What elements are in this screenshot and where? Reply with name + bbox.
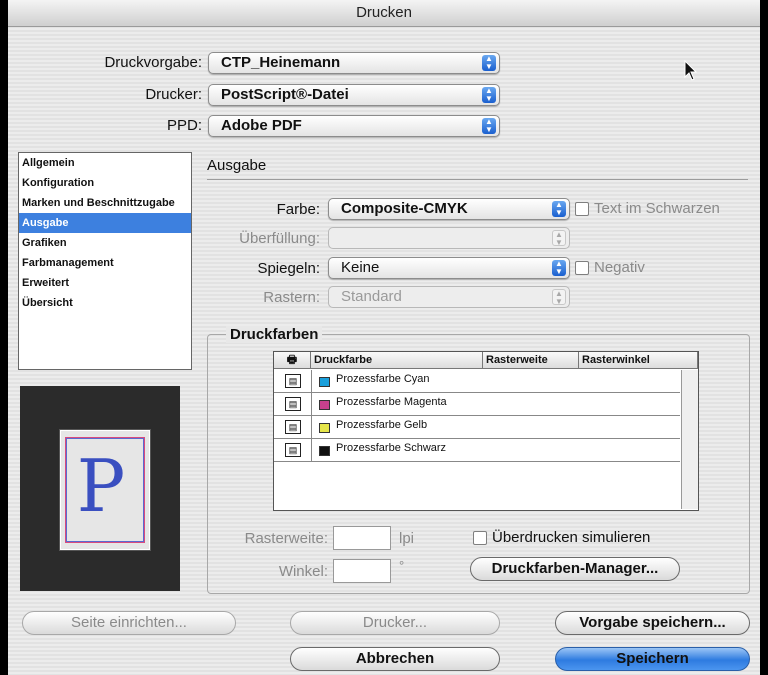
color-popup[interactable]: Composite-CMYK ▲ ▼ <box>328 198 570 220</box>
section-title: Ausgabe <box>207 157 267 174</box>
inks-table[interactable]: 🖶 Druckfarbe Rasterweite Rasterwinkel ▤ … <box>273 351 699 511</box>
sidebar-item-erweitert[interactable]: Erweitert <box>19 273 191 293</box>
color-swatch <box>319 446 330 456</box>
print-toggle-cell[interactable]: ▤ <box>274 393 312 415</box>
table-row[interactable]: ▤ Prozessfarbe Gelb <box>274 416 680 439</box>
negative-label: Negativ <box>594 259 645 276</box>
sidebar-item-uebersicht[interactable]: Übersicht <box>19 293 191 313</box>
angle-input[interactable] <box>333 559 391 583</box>
preview-page: P <box>60 430 150 550</box>
window-frame-right <box>760 0 768 675</box>
popup-arrows-icon: ▲ ▼ <box>482 87 496 103</box>
printer-icon: ▤ <box>285 420 301 434</box>
text-black-checkbox[interactable] <box>575 202 589 216</box>
printer-icon: ▤ <box>285 443 301 457</box>
column-rasterweite[interactable]: Rasterweite <box>483 352 579 369</box>
category-list[interactable]: Allgemein Konfiguration Marken und Besch… <box>18 152 192 370</box>
ink-name: Prozessfarbe Cyan <box>336 373 430 385</box>
trapping-popup[interactable]: ▲ ▼ <box>328 227 570 249</box>
ink-name: Prozessfarbe Gelb <box>336 419 428 431</box>
save-preset-button[interactable]: Vorgabe speichern... <box>555 611 750 635</box>
mouse-pointer-icon <box>684 60 698 81</box>
inks-group-title: Druckfarben <box>226 326 323 343</box>
mirror-value: Keine <box>341 259 380 276</box>
sidebar-item-allgemein[interactable]: Allgemein <box>19 153 191 173</box>
print-column-header[interactable]: 🖶 <box>274 352 311 369</box>
ink-manager-button[interactable]: Druckfarben-Manager... <box>470 557 680 581</box>
column-rasterwinkel[interactable]: Rasterwinkel <box>579 352 698 369</box>
screening-popup[interactable]: Standard ▲ ▼ <box>328 286 570 308</box>
ppd-popup[interactable]: Adobe PDF ▲ ▼ <box>208 115 500 137</box>
preset-value: CTP_Heinemann <box>221 54 341 71</box>
popup-arrows-icon: ▲ ▼ <box>552 201 566 217</box>
table-row[interactable]: ▤ Prozessfarbe Magenta <box>274 393 680 416</box>
negative-checkbox[interactable] <box>575 261 589 275</box>
printer-icon: 🖶 <box>286 354 298 366</box>
color-value: Composite-CMYK <box>341 200 468 217</box>
section-divider <box>207 179 748 180</box>
color-label: Farbe: <box>276 201 320 218</box>
print-toggle-cell[interactable]: ▤ <box>274 439 312 461</box>
sidebar-item-ausgabe[interactable]: Ausgabe <box>19 213 191 233</box>
preview-letter: P <box>76 444 126 528</box>
table-scrollbar[interactable] <box>681 370 698 509</box>
window-title: Drucken <box>8 0 760 27</box>
ppd-label: PPD: <box>166 117 202 134</box>
ppd-value: Adobe PDF <box>221 117 302 134</box>
popup-arrows-icon: ▲ ▼ <box>552 260 566 276</box>
printer-label: Drucker: <box>145 86 202 103</box>
mirror-popup[interactable]: Keine ▲ ▼ <box>328 257 570 279</box>
trapping-label: Überfüllung: <box>239 230 320 247</box>
printer-value: PostScript®-Datei <box>221 86 349 103</box>
preset-label: Druckvorgabe: <box>104 54 202 71</box>
color-swatch <box>319 377 330 387</box>
angle-unit: ° <box>399 558 405 573</box>
sidebar-item-grafiken[interactable]: Grafiken <box>19 233 191 253</box>
printer-button[interactable]: Drucker... <box>290 611 500 635</box>
save-button[interactable]: Speichern <box>555 647 750 671</box>
page-preview: P <box>20 386 180 591</box>
popup-arrows-icon: ▲ ▼ <box>482 118 496 134</box>
ink-name: Prozessfarbe Schwarz <box>336 442 447 454</box>
screening-label: Rastern: <box>263 289 320 306</box>
table-row[interactable]: ▤ Prozessfarbe Cyan <box>274 370 680 393</box>
sidebar-item-farbmanagement[interactable]: Farbmanagement <box>19 253 191 273</box>
preset-popup[interactable]: CTP_Heinemann ▲ ▼ <box>208 52 500 74</box>
printer-icon: ▤ <box>285 397 301 411</box>
ink-name: Prozessfarbe Magenta <box>336 396 447 408</box>
text-black-label: Text im Schwarzen <box>594 200 720 217</box>
print-toggle-cell[interactable]: ▤ <box>274 370 312 392</box>
color-swatch <box>319 400 330 410</box>
popup-arrows-icon: ▲ ▼ <box>482 55 496 71</box>
popup-arrows-icon: ▲ ▼ <box>552 289 566 306</box>
simulate-overprint-checkbox[interactable] <box>473 531 487 545</box>
color-swatch <box>319 423 330 433</box>
popup-arrows-icon: ▲ ▼ <box>552 230 566 247</box>
printer-icon: ▤ <box>285 374 301 388</box>
table-row[interactable]: ▤ Prozessfarbe Schwarz <box>274 439 680 462</box>
angle-label: Winkel: <box>278 563 328 580</box>
screening-value: Standard <box>341 288 402 305</box>
printer-popup[interactable]: PostScript®-Datei ▲ ▼ <box>208 84 500 106</box>
sidebar-item-konfiguration[interactable]: Konfiguration <box>19 173 191 193</box>
sidebar-item-marken[interactable]: Marken und Beschnittzugabe <box>19 193 191 213</box>
window-frame-left <box>0 0 8 675</box>
cancel-button[interactable]: Abbrechen <box>290 647 500 671</box>
frequency-label: Rasterweite: <box>244 530 328 547</box>
page-setup-button[interactable]: Seite einrichten... <box>22 611 236 635</box>
frequency-unit: lpi <box>399 530 415 547</box>
column-druckfarbe[interactable]: Druckfarbe <box>311 352 483 369</box>
simulate-overprint-label: Überdrucken simulieren <box>492 529 651 546</box>
mirror-label: Spiegeln: <box>257 260 320 277</box>
print-toggle-cell[interactable]: ▤ <box>274 416 312 438</box>
frequency-input[interactable] <box>333 526 391 550</box>
